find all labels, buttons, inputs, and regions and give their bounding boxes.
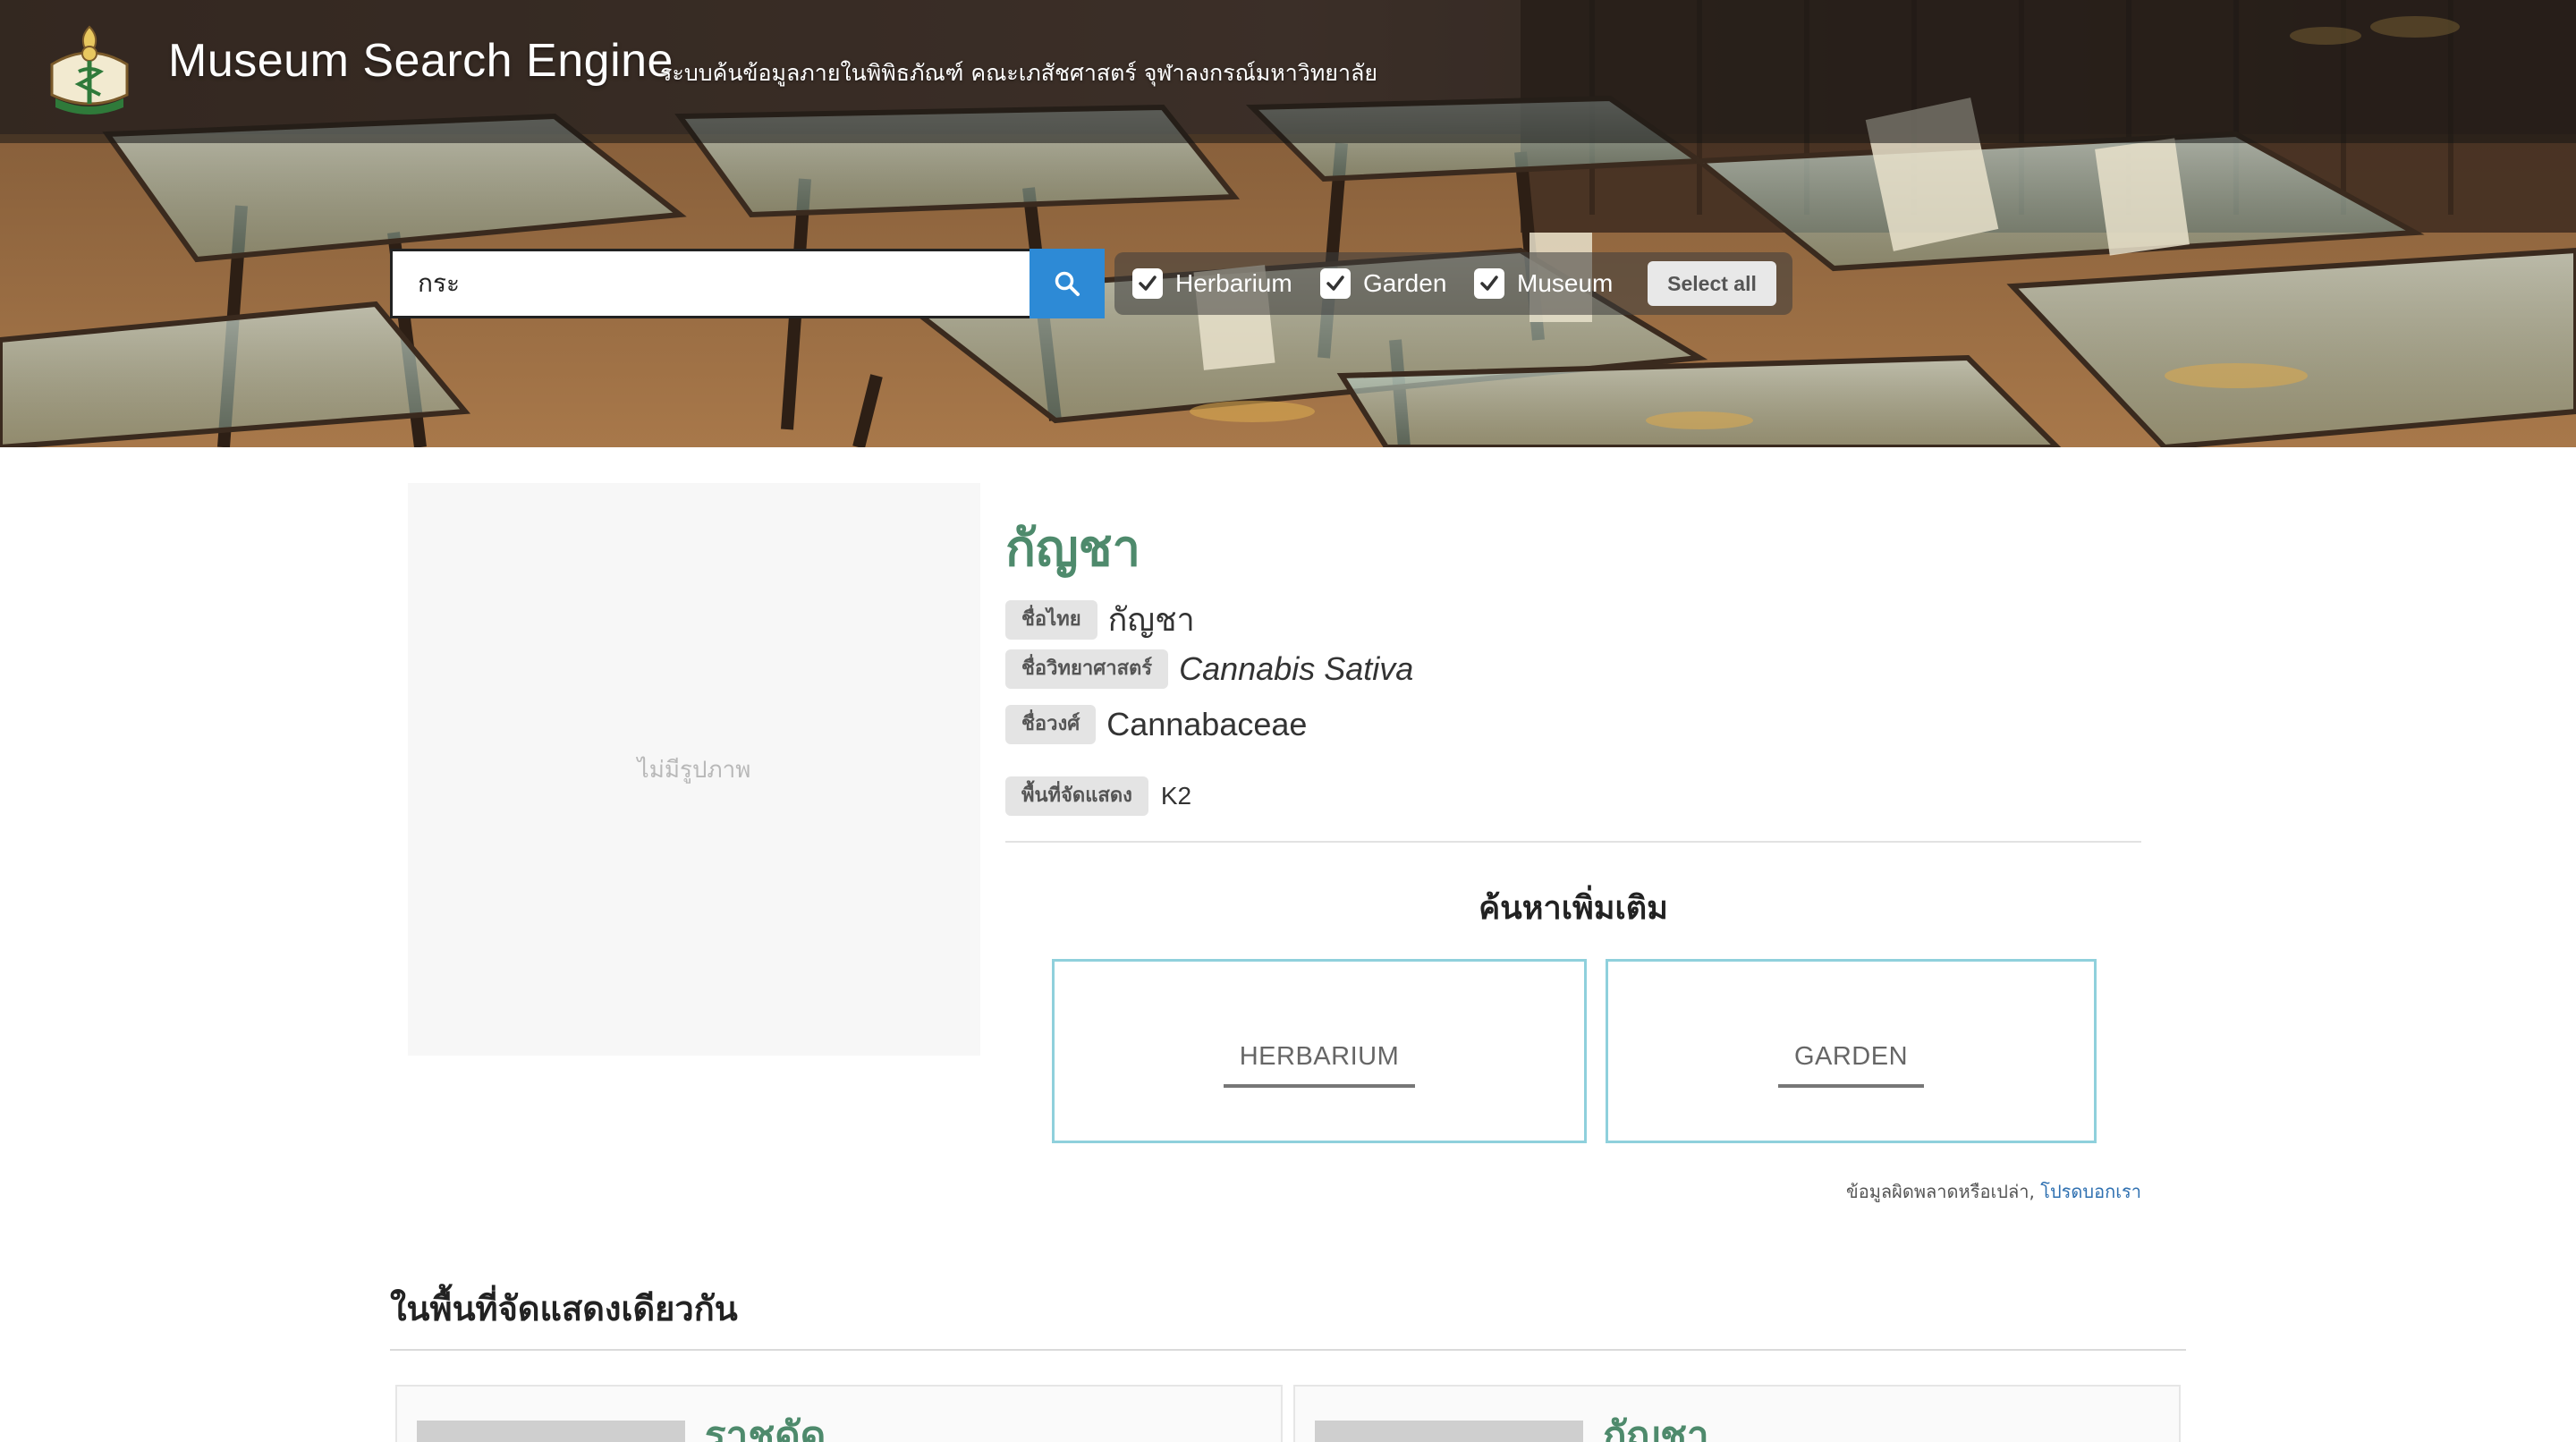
herbarium-link-label[interactable]: HERBARIUM	[1223, 1042, 1416, 1088]
related-item-thumbnail[interactable]	[417, 1421, 685, 1442]
filter-herbarium[interactable]: Herbarium	[1132, 267, 1292, 300]
family-name-value: Cannabaceae	[1106, 706, 1308, 742]
related-item-thumbnail[interactable]	[1315, 1421, 1583, 1442]
garden-checkbox[interactable]	[1320, 268, 1351, 299]
select-all-button[interactable]: Select all	[1648, 261, 1776, 306]
search-input[interactable]: กระ	[390, 249, 1030, 318]
filter-garden[interactable]: Garden	[1320, 267, 1446, 300]
display-area-value: K2	[1160, 782, 1192, 810]
scientific-name-value: Cannabis Sativa	[1179, 650, 1414, 687]
item-image-placeholder: ไม่มีรูปภาพ	[408, 483, 980, 1056]
report-error-text: ข้อมูลผิดพลาดหรือเปล่า,	[1846, 1181, 2035, 1202]
related-item-card[interactable]: กัญชา	[1293, 1385, 2181, 1442]
museum-checkbox[interactable]	[1474, 268, 1504, 299]
garden-link-card[interactable]: GARDEN	[1606, 959, 2097, 1143]
site-subtitle: ระบบค้นข้อมูลภายในพิพิธภัณฑ์ คณะเภสัชศาส…	[660, 60, 1377, 86]
filter-museum[interactable]: Museum	[1474, 267, 1613, 300]
related-item-card[interactable]: ราชดัด	[395, 1385, 1283, 1442]
related-item-name[interactable]: กัญชา	[1603, 1404, 1709, 1442]
checkmark-icon	[1326, 276, 1344, 291]
site-title[interactable]: Museum Search Engine	[168, 34, 674, 88]
report-error-line: ข้อมูลผิดพลาดหรือเปล่า, โปรดบอกเรา	[1846, 1177, 2141, 1206]
scientific-name-row: ชื่อวิทยาศาสตร์ Cannabis Sativa	[1005, 649, 1413, 689]
garden-link-label[interactable]: GARDEN	[1777, 1042, 1925, 1088]
thai-name-tag: ชื่อไทย	[1005, 599, 1097, 640]
search-more-heading: ค้นหาเพิ่มเติม	[1479, 890, 1668, 927]
report-error-link[interactable]: โปรดบอกเรา	[2040, 1181, 2141, 1202]
thai-name-row: ชื่อไทย กัญชา	[1005, 594, 1195, 645]
display-area-row: พื้นที่จัดแสดง K2	[1005, 776, 1191, 816]
thai-name-value: กัญชา	[1107, 602, 1195, 639]
section-divider	[1005, 841, 2141, 843]
search-button[interactable]	[1030, 249, 1105, 318]
item-name-heading: กัญชา	[1005, 520, 1141, 578]
checkmark-icon	[1139, 276, 1157, 291]
herbarium-link-card[interactable]: HERBARIUM	[1052, 959, 1587, 1143]
no-image-text: ไม่มีรูปภาพ	[637, 756, 751, 784]
search-icon	[1055, 271, 1080, 296]
checkmark-icon	[1480, 276, 1498, 291]
garden-label[interactable]: Garden	[1363, 269, 1446, 298]
herbarium-label[interactable]: Herbarium	[1175, 269, 1292, 298]
family-name-tag: ชื่อวงศ์	[1005, 705, 1097, 744]
scientific-name-tag: ชื่อวิทยาศาสตร์	[1005, 649, 1169, 689]
faculty-seal-icon[interactable]	[43, 21, 136, 122]
same-area-heading: ในพื้นที่จัดแสดงเดียวกัน	[390, 1289, 738, 1328]
family-name-row: ชื่อวงศ์ Cannabaceae	[1005, 705, 1307, 744]
herbarium-checkbox[interactable]	[1132, 268, 1163, 299]
collection-filter-bar: Herbarium Garden Museum Select all	[1114, 252, 1792, 315]
hero-banner: Museum Search Engine ระบบค้นข้อมูลภายในพ…	[0, 0, 2576, 447]
display-area-tag: พื้นที่จัดแสดง	[1005, 776, 1148, 816]
related-item-name[interactable]: ราชดัด	[705, 1404, 826, 1442]
museum-label[interactable]: Museum	[1517, 269, 1613, 298]
same-area-divider	[390, 1349, 2186, 1351]
